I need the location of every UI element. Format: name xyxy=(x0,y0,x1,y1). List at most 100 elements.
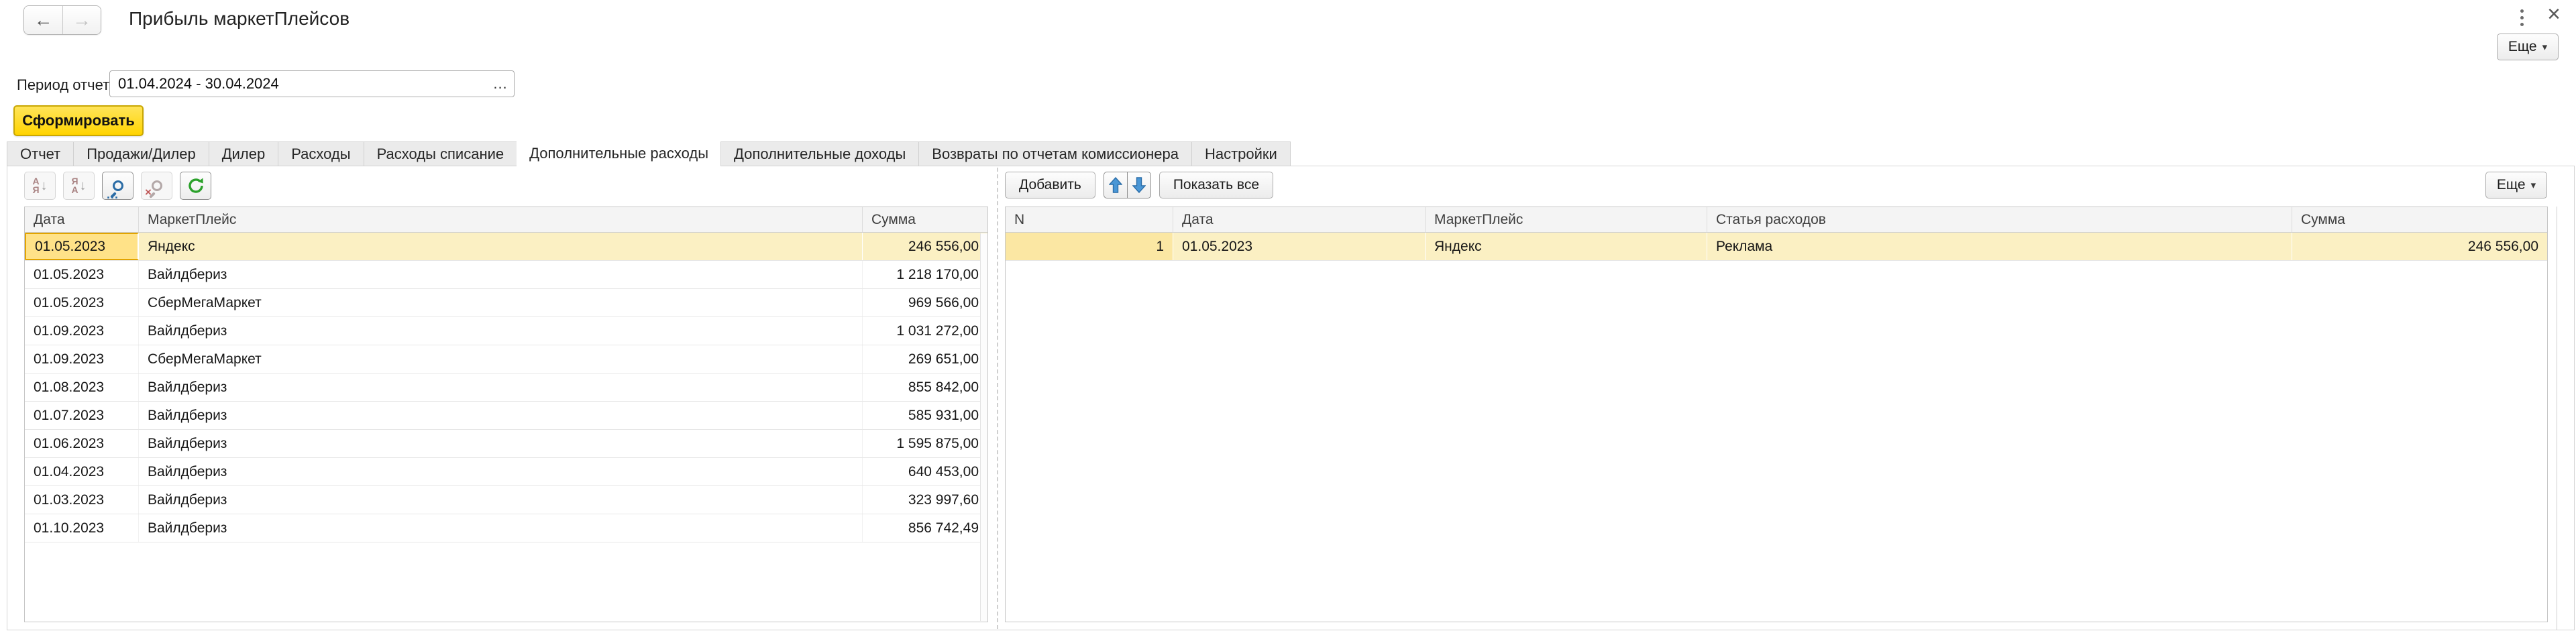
cell-expense-item[interactable]: Реклама xyxy=(1707,233,2292,260)
arrow-down-icon xyxy=(1132,177,1146,193)
panel-splitter[interactable] xyxy=(997,168,998,629)
cell-sum[interactable]: 855 842,00 xyxy=(863,373,987,401)
cell-marketplace[interactable]: Вайлдбериз xyxy=(139,317,863,345)
cancel-search-icon xyxy=(152,180,162,191)
table-row[interactable]: 01.05.2023 Вайлдбериз 1 218 170,00 xyxy=(25,261,987,289)
cell-sum[interactable]: 246 556,00 xyxy=(863,233,987,260)
move-down-button[interactable] xyxy=(1127,172,1151,198)
sort-descending-icon: ЯА xyxy=(71,177,78,194)
refresh-icon xyxy=(186,176,205,195)
cell-date[interactable]: 01.05.2023 xyxy=(25,289,139,316)
expense-items-table: N Дата МаркетПлейс Статья расходов Сумма… xyxy=(1005,207,2548,622)
cell-sum[interactable]: 585 931,00 xyxy=(863,402,987,429)
col-header-sum[interactable]: Сумма xyxy=(2292,207,2547,232)
cell-marketplace[interactable]: Вайлдбериз xyxy=(139,458,863,485)
cell-sum[interactable]: 856 742,49 xyxy=(863,514,987,542)
col-header-date[interactable]: Дата xyxy=(25,207,139,232)
tab-dealer[interactable]: Дилер xyxy=(209,141,279,166)
cell-marketplace[interactable]: СберМегаМаркет xyxy=(139,289,863,316)
kebab-menu-icon[interactable] xyxy=(2514,7,2529,28)
add-button[interactable]: Добавить xyxy=(1005,172,1095,198)
tab-sales-dealer[interactable]: Продажи/Дилер xyxy=(73,141,209,166)
tab-expenses-writeoff[interactable]: Расходы списание xyxy=(364,141,518,166)
more-label: Еще xyxy=(2508,39,2537,55)
table-row[interactable]: 1 01.05.2023 Яндекс Реклама 246 556,00 xyxy=(1006,233,2547,261)
cell-marketplace[interactable]: Вайлдбериз xyxy=(139,486,863,514)
cell-date[interactable]: 01.04.2023 xyxy=(25,458,139,485)
table-row[interactable]: 01.06.2023 Вайлдбериз 1 595 875,00 xyxy=(25,430,987,458)
history-nav: ← → xyxy=(23,5,101,35)
sort-ascending-button[interactable]: АЯ ↓ xyxy=(24,172,56,200)
col-header-sum[interactable]: Сумма xyxy=(863,207,987,232)
cell-n[interactable]: 1 xyxy=(1006,233,1173,260)
marketplace-expenses-table: Дата МаркетПлейс Сумма 01.05.2023 Яндекс… xyxy=(24,207,988,622)
cell-marketplace[interactable]: Вайлдбериз xyxy=(139,261,863,288)
refresh-button[interactable] xyxy=(180,172,211,200)
table-row[interactable]: 01.03.2023 Вайлдбериз 323 997,60 xyxy=(25,486,987,514)
tab-additional-expenses[interactable]: Дополнительные расходы xyxy=(517,141,721,166)
cell-marketplace[interactable]: Вайлдбериз xyxy=(139,373,863,401)
back-button[interactable]: ← xyxy=(24,6,62,34)
cell-sum[interactable]: 323 997,60 xyxy=(863,486,987,514)
vertical-scrollbar[interactable] xyxy=(2557,207,2574,630)
cell-date[interactable]: 01.07.2023 xyxy=(25,402,139,429)
show-all-button[interactable]: Показать все xyxy=(1159,172,1273,198)
tab-report[interactable]: Отчет xyxy=(7,141,74,166)
cell-date[interactable]: 01.09.2023 xyxy=(25,345,139,373)
col-header-n[interactable]: N xyxy=(1006,207,1173,232)
cell-marketplace[interactable]: Яндекс xyxy=(139,233,863,260)
table-row[interactable]: 01.09.2023 СберМегаМаркет 269 651,00 xyxy=(25,345,987,373)
cell-date[interactable]: 01.10.2023 xyxy=(25,514,139,542)
cell-marketplace[interactable]: Вайлдбериз xyxy=(139,514,863,542)
cell-date[interactable]: 01.03.2023 xyxy=(25,486,139,514)
period-picker-icon[interactable]: ... xyxy=(487,75,514,93)
cancel-search-button[interactable]: × xyxy=(141,172,172,200)
close-icon[interactable]: × xyxy=(2542,3,2565,25)
col-header-date[interactable]: Дата xyxy=(1173,207,1426,232)
cell-date[interactable]: 01.08.2023 xyxy=(25,373,139,401)
cell-marketplace[interactable]: Вайлдбериз xyxy=(139,430,863,457)
cell-date[interactable]: 01.06.2023 xyxy=(25,430,139,457)
col-header-marketplace[interactable]: МаркетПлейс xyxy=(1426,207,1707,232)
cell-sum[interactable]: 640 453,00 xyxy=(863,458,987,485)
forward-button[interactable]: → xyxy=(62,6,101,34)
table-row[interactable]: 01.09.2023 Вайлдбериз 1 031 272,00 xyxy=(25,317,987,345)
search-button[interactable]: ... xyxy=(102,172,133,200)
tabstrip: Отчет Продажи/Дилер Дилер Расходы Расход… xyxy=(7,141,2575,166)
cell-sum[interactable]: 1 595 875,00 xyxy=(863,430,987,457)
table-more-button[interactable]: Еще ▾ xyxy=(2485,172,2547,198)
cell-sum[interactable]: 246 556,00 xyxy=(2292,233,2547,260)
tab-additional-income[interactable]: Дополнительные доходы xyxy=(720,141,919,166)
left-table-scrollbar[interactable] xyxy=(980,233,987,621)
table-row[interactable]: 01.10.2023 Вайлдбериз 856 742,49 xyxy=(25,514,987,542)
forward-arrow-icon: → xyxy=(72,9,91,31)
sort-descending-button[interactable]: ЯА ↓ xyxy=(63,172,95,200)
move-up-button[interactable] xyxy=(1104,172,1128,198)
back-arrow-icon: ← xyxy=(34,9,53,31)
table-row[interactable]: 01.05.2023 СберМегаМаркет 969 566,00 xyxy=(25,289,987,317)
cell-date[interactable]: 01.05.2023 xyxy=(25,261,139,288)
cell-marketplace[interactable]: Вайлдбериз xyxy=(139,402,863,429)
col-header-marketplace[interactable]: МаркетПлейс xyxy=(139,207,863,232)
generate-button[interactable]: Сформировать xyxy=(13,105,144,136)
cell-sum[interactable]: 1 031 272,00 xyxy=(863,317,987,345)
table-row[interactable]: 01.04.2023 Вайлдбериз 640 453,00 xyxy=(25,458,987,486)
table-row[interactable]: 01.05.2023 Яндекс 246 556,00 xyxy=(25,233,987,261)
cell-date[interactable]: 01.05.2023 xyxy=(1173,233,1426,260)
cell-sum[interactable]: 269 651,00 xyxy=(863,345,987,373)
table-row[interactable]: 01.08.2023 Вайлдбериз 855 842,00 xyxy=(25,373,987,402)
report-period-field[interactable]: ... xyxy=(109,70,515,97)
cell-sum[interactable]: 1 218 170,00 xyxy=(863,261,987,288)
period-input[interactable] xyxy=(110,75,487,93)
tab-commission-returns[interactable]: Возвраты по отчетам комиссионера xyxy=(918,141,1192,166)
cell-marketplace[interactable]: Яндекс xyxy=(1426,233,1707,260)
cell-sum[interactable]: 969 566,00 xyxy=(863,289,987,316)
cell-date[interactable]: 01.09.2023 xyxy=(25,317,139,345)
cell-date[interactable]: 01.05.2023 xyxy=(25,233,139,260)
window-more-button[interactable]: Еще ▾ xyxy=(2497,34,2559,60)
col-header-expense-item[interactable]: Статья расходов xyxy=(1707,207,2292,232)
tab-expenses[interactable]: Расходы xyxy=(278,141,364,166)
cell-marketplace[interactable]: СберМегаМаркет xyxy=(139,345,863,373)
table-row[interactable]: 01.07.2023 Вайлдбериз 585 931,00 xyxy=(25,402,987,430)
tab-settings[interactable]: Настройки xyxy=(1191,141,1291,166)
